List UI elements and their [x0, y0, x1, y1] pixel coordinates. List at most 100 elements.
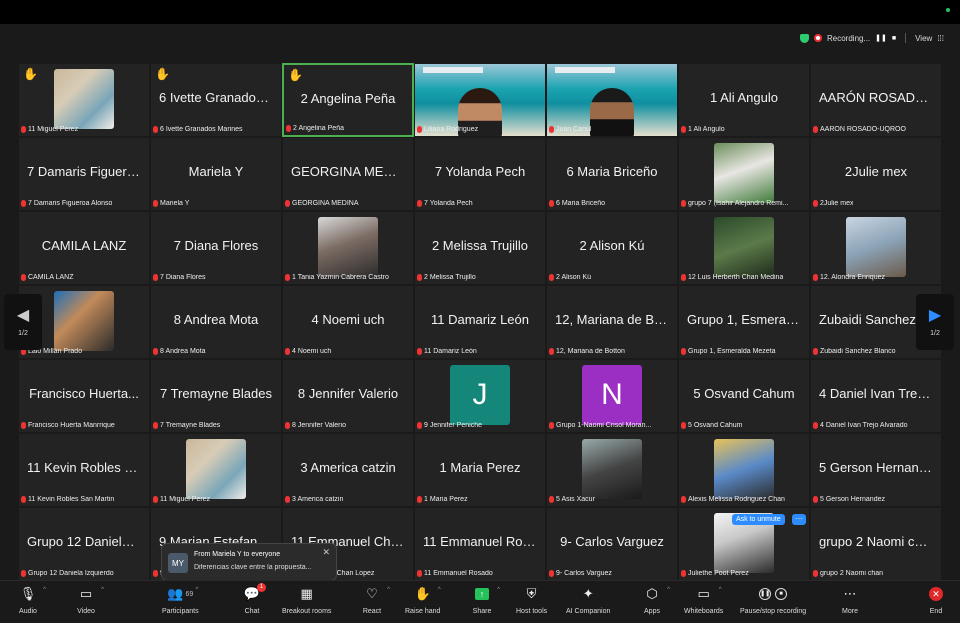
- participant-name-label: 2 Melissa Trujillo: [417, 274, 476, 281]
- participant-tile[interactable]: 8 Andrea Mota 8 Andrea Mota: [150, 285, 282, 359]
- participant-tile[interactable]: 3 America catzin 3 America catzin: [282, 433, 414, 507]
- participant-tile[interactable]: 12 Luis Herberth Chan Medina: [678, 211, 810, 285]
- participant-tile[interactable]: 11 Damariz León 11 Damariz León: [414, 285, 546, 359]
- participant-tile[interactable]: 7 Damaris Figuero... 7 Damaris Figueroa A…: [18, 137, 150, 211]
- chevron-up-icon[interactable]: ^: [101, 587, 104, 593]
- participant-tile[interactable]: Francisco Huerta... Francisco Huerta Manr…: [18, 359, 150, 433]
- participant-tile[interactable]: N Grupo 1-Naomi Crisol Moran...: [546, 359, 678, 433]
- participant-tile[interactable]: 7 Yolanda Pech 7 Yolanda Pech: [414, 137, 546, 211]
- participant-tile[interactable]: 2Julie mex 2Julie mex: [810, 137, 942, 211]
- apps-button[interactable]: ⬡ ^ Apps: [640, 585, 670, 621]
- participant-name: 7 Diana Flores: [160, 274, 206, 281]
- participant-tile[interactable]: ✋ 2 Angelina Peña 2 Angelina Peña: [282, 63, 414, 137]
- share-button[interactable]: ↑ ^ Share: [470, 585, 500, 621]
- participant-tile[interactable]: 11 Miguel Perez: [150, 433, 282, 507]
- whiteboards-button[interactable]: ▭ ^ Whiteboards: [684, 585, 723, 621]
- participant-tile[interactable]: ✋ 6 Ivette Granados... 6 Ivette Granados M…: [150, 63, 282, 137]
- participant-name: 4 Daniel Ivan Trejo Alvarado: [820, 422, 908, 429]
- view-button[interactable]: View: [915, 34, 932, 43]
- chevron-up-icon[interactable]: ^: [497, 587, 500, 593]
- chevron-up-icon[interactable]: ^: [719, 587, 722, 593]
- mic-muted-icon: [813, 200, 818, 207]
- participant-tile[interactable]: 4 Daniel Ivan Trejo... 4 Daniel Ivan Trej…: [810, 359, 942, 433]
- page-indicator: 1/2: [930, 329, 940, 337]
- chat-label: Chat: [244, 608, 260, 615]
- participant-tile[interactable]: 8 Jennifer Valerio 8 Jennifer Valerio: [282, 359, 414, 433]
- participant-tile[interactable]: grupo 2 Naomi chan grupo 2 Naomi chan: [810, 507, 942, 581]
- participant-name-label: 6 Ivette Granados Marines: [153, 126, 243, 133]
- ask-to-unmute-button[interactable]: Ask to unmute: [732, 514, 785, 525]
- chevron-up-icon[interactable]: ^: [195, 587, 198, 593]
- participant-tile[interactable]: 5 Osvand Cahum 5 Osvand Cahum: [678, 359, 810, 433]
- participant-tile[interactable]: 6 Maria Briceño 6 Maria Briceño: [546, 137, 678, 211]
- participant-tile[interactable]: Grupo 12 Daniela I... Grupo 12 Daniela Iz…: [18, 507, 150, 581]
- mic-muted-icon: [285, 348, 290, 355]
- mic-muted-icon: [813, 348, 818, 355]
- participant-tile[interactable]: 11 Emmanuel Rosa... 11 Emmanuel Rosado: [414, 507, 546, 581]
- participant-tile[interactable]: 5 Asis Xacur: [546, 433, 678, 507]
- participant-tile[interactable]: 4 Noemi uch 4 Noemi uch: [282, 285, 414, 359]
- chevron-up-icon[interactable]: ^: [43, 587, 46, 593]
- pause-recording-icon[interactable]: ❚❚: [875, 34, 887, 42]
- pause-stop-recording-button[interactable]: ❚❚ ■ Pause/stop recording: [740, 585, 806, 621]
- more-options-icon[interactable]: ···: [792, 514, 806, 525]
- chevron-up-icon[interactable]: ^: [667, 587, 670, 593]
- participant-tile[interactable]: GEORGINA MEDINA GEORGINA MEDINA: [282, 137, 414, 211]
- participant-tile[interactable]: grupo 7 (Isahir Alejandro Remi...: [678, 137, 810, 211]
- raise-hand-button[interactable]: ✋ ^ Raise hand: [405, 585, 441, 621]
- ai-companion-button[interactable]: ✦ AI Companion: [566, 585, 610, 621]
- breakout-rooms-button[interactable]: ▦ Breakout rooms: [282, 585, 331, 621]
- participant-tile[interactable]: 1 Ali Angulo 1 Ali Angulo: [678, 63, 810, 137]
- participant-tile[interactable]: 12, Mariana de Bot... 12, Mariana de Bott…: [546, 285, 678, 359]
- more-button[interactable]: ⋯ More: [838, 585, 862, 621]
- next-page-button[interactable]: ▶ 1/2: [916, 294, 954, 350]
- participant-tile[interactable]: CAMILA LANZ CAMILA LANZ: [18, 211, 150, 285]
- close-icon[interactable]: ✕: [322, 547, 330, 558]
- host-tools-button[interactable]: ⛨ Host tools: [516, 585, 547, 621]
- audio-button[interactable]: 🎙 ^ Audio: [16, 585, 46, 621]
- participant-name-label: 4 Noemi uch: [285, 348, 331, 355]
- participant-display-name: Francisco Huerta...: [29, 386, 139, 401]
- camera-icon: ▭ ^: [79, 586, 104, 601]
- react-button[interactable]: ♡ ^ React: [360, 585, 390, 621]
- participant-tile[interactable]: 9- Carlos Varguez 9- Carlos Varguez: [546, 507, 678, 581]
- chat-notification[interactable]: MY From Mariela Y to everyone Diferencia…: [161, 543, 337, 581]
- mic-muted-icon: [153, 200, 158, 207]
- stop-recording-icon[interactable]: ■: [892, 35, 896, 42]
- video-button[interactable]: ▭ ^ Video: [74, 585, 104, 621]
- participant-tile[interactable]: Liliana Rodriguez: [414, 63, 546, 137]
- hand-icon: ✋ ^: [414, 586, 441, 601]
- participant-tile[interactable]: AARÓN ROSADO-... AARÓN ROSADO-UQROO: [810, 63, 942, 137]
- participant-name: Liliana Rodriguez: [424, 126, 479, 133]
- participant-tile[interactable]: 1 Tania Yazmin Cabrera Castro: [282, 211, 414, 285]
- participant-tile[interactable]: Mariela Y Mariela Y: [150, 137, 282, 211]
- meeting-toolbar: 🎙 ^ Audio ▭ ^ Video 👥 69 ^ Participants 💬 1 C…: [0, 580, 960, 623]
- participant-name: 7 Yolanda Pech: [424, 200, 473, 207]
- participant-tile[interactable]: 1 Maria Perez 1 Maria Perez: [414, 433, 546, 507]
- participant-tile[interactable]: 5 Gerson Hernandez 5 Gerson Hernandez: [810, 433, 942, 507]
- participant-tile[interactable]: 11 Kevin Robles Sa... 11 Kevin Robles San…: [18, 433, 150, 507]
- participant-tile[interactable]: Juan Canul: [546, 63, 678, 137]
- participant-tile[interactable]: 7 Tremayne Blades 7 Tremayne Blades: [150, 359, 282, 433]
- participant-tile[interactable]: 2 Alison Kú 2 Alison Kú: [546, 211, 678, 285]
- chat-button[interactable]: 💬 1 Chat: [240, 583, 266, 621]
- grid-view-icon[interactable]: ⁞⁞⁞: [937, 34, 944, 43]
- participant-tile[interactable]: 2 Melissa Trujillo 2 Melissa Trujillo: [414, 211, 546, 285]
- chevron-up-icon[interactable]: ^: [438, 587, 441, 593]
- participant-tile[interactable]: Grupo 1, Esmerald... Grupo 1, Esmeralda M…: [678, 285, 810, 359]
- participant-name-label: 7 Tremayne Blades: [153, 422, 220, 429]
- participant-tile[interactable]: 12. Alondra Enriquez: [810, 211, 942, 285]
- participant-name: Grupo 12 Daniela Izquierdo: [28, 570, 114, 577]
- mic-muted-icon: [21, 126, 26, 133]
- participant-display-name: 2 Angelina Peña: [300, 91, 396, 106]
- end-button[interactable]: ✕ End: [924, 585, 948, 621]
- participant-tile[interactable]: ✋ 11 Miguel Perez: [18, 63, 150, 137]
- participant-tile[interactable]: Alexis Melissa Rodriguez Chan: [678, 433, 810, 507]
- participant-tile[interactable]: 7 Diana Flores 7 Diana Flores: [150, 211, 282, 285]
- participant-name-label: 11 Kevin Robles San Martin: [21, 496, 114, 503]
- chevron-up-icon[interactable]: ^: [387, 587, 390, 593]
- chat-badge: 1: [257, 583, 266, 592]
- previous-page-button[interactable]: ◀ 1/2: [4, 294, 42, 350]
- participants-button[interactable]: 👥 69 ^ Participants: [162, 585, 199, 621]
- participant-tile[interactable]: J9 Jennifer Peniche: [414, 359, 546, 433]
